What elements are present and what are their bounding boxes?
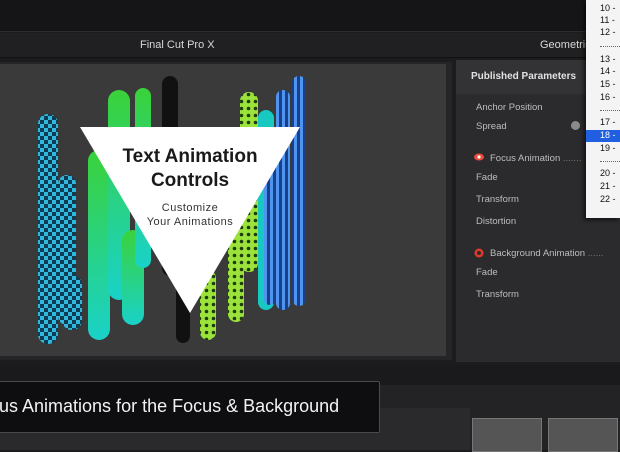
dropdown-item[interactable]: 16 - bbox=[586, 92, 620, 104]
section-focus-animation[interactable]: Focus Animation ....... bbox=[490, 153, 581, 164]
viewer: Text Animation Controls Customize Your A… bbox=[0, 64, 446, 356]
dropdown-item[interactable]: 12 - bbox=[586, 27, 620, 39]
dropdown-item[interactable]: 19 - bbox=[586, 143, 620, 155]
dropdown-item-selected[interactable]: 18 - bbox=[586, 130, 620, 142]
dropdown-separator bbox=[600, 46, 620, 48]
title-bar: Final Cut Pro X Geometric bbox=[0, 33, 620, 58]
section-background-animation[interactable]: Background Animation ...... bbox=[490, 248, 604, 259]
dropdown-separator bbox=[600, 110, 620, 112]
dropdown-item[interactable]: 20 - bbox=[586, 168, 620, 180]
param-focus-distortion: Distortion bbox=[476, 216, 517, 227]
dropdown-item[interactable]: 22 - bbox=[586, 194, 620, 206]
spread-slider-knob[interactable] bbox=[571, 121, 580, 130]
inspector-header-label: Published Parameters bbox=[471, 71, 577, 82]
dropdown-item[interactable]: 11 - bbox=[586, 15, 620, 27]
subtitle-line-1: Customize bbox=[161, 202, 219, 214]
param-spread: Spread bbox=[476, 121, 507, 132]
dropdown-separator bbox=[600, 161, 620, 163]
dropdown-item[interactable]: 10 - bbox=[586, 3, 620, 15]
param-focus-fade: Fade bbox=[476, 172, 498, 183]
caption-banner: us Animations for the Focus & Background bbox=[0, 381, 380, 433]
background-animation-icon[interactable] bbox=[474, 248, 484, 258]
title-line-1: Text Animation bbox=[122, 146, 258, 167]
title-text-block: Text Animation Controls Customize Your A… bbox=[80, 144, 300, 264]
dropdown-item[interactable]: 21 - bbox=[586, 181, 620, 193]
param-background-transform: Transform bbox=[476, 289, 519, 300]
browser-thumbnail[interactable] bbox=[472, 418, 542, 452]
app-title: Final Cut Pro X bbox=[140, 39, 215, 51]
dropdown-item[interactable]: 13 - bbox=[586, 54, 620, 66]
focus-animation-icon[interactable] bbox=[474, 153, 484, 161]
dropdown-menu: 10 - 11 - 12 - 13 - 14 - 15 - 16 - 17 - … bbox=[586, 0, 620, 218]
param-focus-transform: Transform bbox=[476, 194, 519, 205]
top-toolbar bbox=[0, 0, 620, 32]
dropdown-item[interactable]: 14 - bbox=[586, 66, 620, 78]
param-anchor-position: Anchor Position bbox=[476, 102, 543, 113]
param-background-fade: Fade bbox=[476, 267, 498, 278]
inspector-title: Geometric bbox=[540, 39, 591, 51]
dropdown-item[interactable]: 15 - bbox=[586, 79, 620, 91]
browser-thumbnail[interactable] bbox=[548, 418, 618, 452]
title-line-2: Controls bbox=[150, 170, 230, 191]
caption-text: us Animations for the Focus & Background bbox=[0, 396, 340, 416]
dropdown-item[interactable]: 17 - bbox=[586, 117, 620, 129]
subtitle-line-2: Your Animations bbox=[146, 216, 234, 228]
